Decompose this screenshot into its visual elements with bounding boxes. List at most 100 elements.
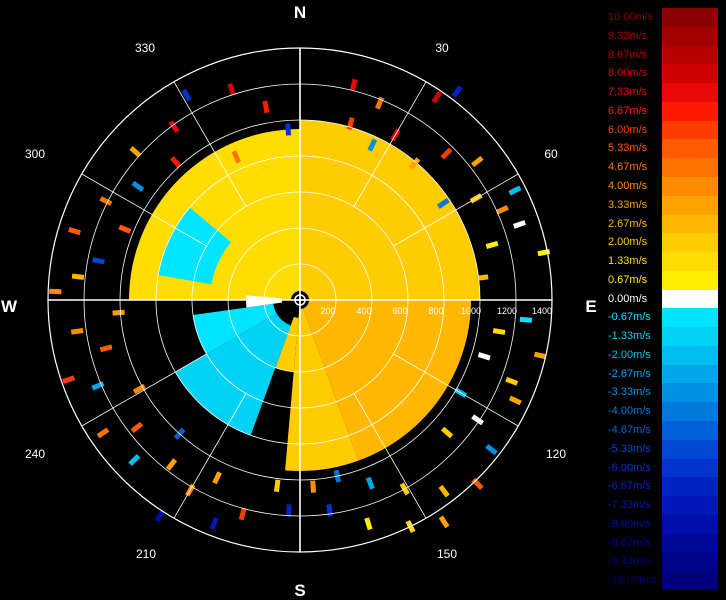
legend-swatch xyxy=(662,327,718,347)
legend-swatch xyxy=(662,214,718,234)
legend-row: -6.67m/s xyxy=(606,477,718,497)
legend-swatch xyxy=(662,64,718,84)
legend-swatch xyxy=(662,26,718,47)
velocity-cell xyxy=(285,123,292,136)
legend-label: 2.67m/s xyxy=(608,217,648,230)
legend-label: -2.67m/s xyxy=(608,367,651,380)
legend-row: 6.67m/s xyxy=(606,101,718,122)
angle-label-210: 210 xyxy=(136,547,156,561)
legend-label: 9.33m/s xyxy=(608,29,648,42)
legend-swatch xyxy=(662,252,718,272)
legend-label: 5.33m/s xyxy=(608,142,648,155)
legend-label: -8.00m/s xyxy=(608,517,651,530)
legend-swatch xyxy=(662,139,718,159)
legend-swatch xyxy=(662,308,718,328)
range-label-600: 600 xyxy=(392,306,407,316)
compass-west: W xyxy=(1,297,18,316)
velocity-cell xyxy=(310,480,317,493)
angle-label-30: 30 xyxy=(435,41,449,55)
legend-label: 0.00m/s xyxy=(608,292,648,305)
legend-label: 8.67m/s xyxy=(608,48,648,61)
legend-row: -5.33m/s xyxy=(606,439,718,460)
legend-row: 0.00m/s xyxy=(606,289,718,309)
legend-swatch xyxy=(662,533,718,553)
legend-row: 8.00m/s xyxy=(606,64,718,84)
compass-east: E xyxy=(585,297,596,316)
range-label-400: 400 xyxy=(356,306,371,316)
compass-north: N xyxy=(294,3,306,22)
angle-label-300: 300 xyxy=(25,147,45,161)
legend-label: -8.67m/s xyxy=(608,536,651,549)
legend-row: -4.00m/s xyxy=(606,402,718,422)
legend-row: -0.67m/s xyxy=(606,308,718,328)
legend-row: -2.00m/s xyxy=(606,345,718,366)
velocity-cell xyxy=(49,288,62,295)
angle-label-240: 240 xyxy=(25,447,45,461)
legend-swatch xyxy=(662,458,718,478)
velocity-cell xyxy=(519,316,533,323)
legend-swatch xyxy=(662,158,718,178)
legend-swatch xyxy=(662,402,718,422)
legend-swatch xyxy=(662,571,718,591)
legend-row: 2.67m/s xyxy=(606,214,718,234)
range-label-1200: 1200 xyxy=(497,306,517,316)
legend-row: -8.00m/s xyxy=(606,514,718,535)
velocity-cell xyxy=(112,309,125,316)
legend-swatch xyxy=(662,45,718,65)
legend-row: -9.33m/s xyxy=(606,552,718,572)
legend-row: 8.67m/s xyxy=(606,45,718,65)
legend-swatch xyxy=(662,383,718,403)
legend-swatch xyxy=(662,477,718,497)
legend-label: -7.33m/s xyxy=(608,499,651,512)
legend-row: 7.33m/s xyxy=(606,83,718,103)
legend-label: -4.67m/s xyxy=(608,424,651,437)
legend-label: 0.67m/s xyxy=(608,273,648,286)
legend-row: -1.33m/s xyxy=(606,327,718,347)
legend-row: -4.67m/s xyxy=(606,421,718,441)
legend-row: 3.33m/s xyxy=(606,195,718,215)
polar-plot: N E S W 30 60 120 150 210 240 300 330 20… xyxy=(0,0,600,600)
legend-label: 6.67m/s xyxy=(608,104,648,117)
legend-swatch xyxy=(662,514,718,535)
legend-row: 4.00m/s xyxy=(606,176,718,197)
legend-swatch xyxy=(662,176,718,197)
legend-row: -8.67m/s xyxy=(606,533,718,553)
legend-row: 2.00m/s xyxy=(606,233,718,253)
legend-label: 4.00m/s xyxy=(608,179,648,192)
compass-south: S xyxy=(294,581,305,600)
legend-label: -10.00m/s xyxy=(608,574,657,587)
legend-row: -10.00m/s xyxy=(606,571,718,591)
angle-label-150: 150 xyxy=(437,547,457,561)
velocity-cell xyxy=(286,504,292,517)
legend-swatch xyxy=(662,345,718,366)
legend-swatch xyxy=(662,83,718,103)
legend-label: -5.33m/s xyxy=(608,442,651,455)
legend-label: 8.00m/s xyxy=(608,67,648,80)
range-label-1000: 1000 xyxy=(461,306,481,316)
legend-swatch xyxy=(662,552,718,572)
legend-swatch xyxy=(662,289,718,309)
legend-row: 10.00m/s xyxy=(606,8,718,28)
legend-row: 1.33m/s xyxy=(606,252,718,272)
legend-swatch xyxy=(662,101,718,122)
range-label-800: 800 xyxy=(428,306,443,316)
legend-row: 4.67m/s xyxy=(606,158,718,178)
legend-swatch xyxy=(662,195,718,215)
legend-label: -2.00m/s xyxy=(608,348,651,361)
angle-label-330: 330 xyxy=(135,41,155,55)
legend-label: -3.33m/s xyxy=(608,386,651,399)
legend-label: -6.67m/s xyxy=(608,480,651,493)
legend-swatch xyxy=(662,496,718,516)
range-label-1400: 1400 xyxy=(532,306,552,316)
legend-label: -9.33m/s xyxy=(608,555,651,568)
legend-row: 5.33m/s xyxy=(606,139,718,159)
range-label-200: 200 xyxy=(320,306,335,316)
angle-label-60: 60 xyxy=(544,147,558,161)
legend-label: 6.00m/s xyxy=(608,123,648,136)
legend-row: 0.67m/s xyxy=(606,270,718,291)
legend-label: -0.67m/s xyxy=(608,311,651,324)
legend-swatch xyxy=(662,270,718,291)
legend-swatch xyxy=(662,8,718,28)
legend-swatch xyxy=(662,439,718,460)
legend-row: 6.00m/s xyxy=(606,120,718,140)
